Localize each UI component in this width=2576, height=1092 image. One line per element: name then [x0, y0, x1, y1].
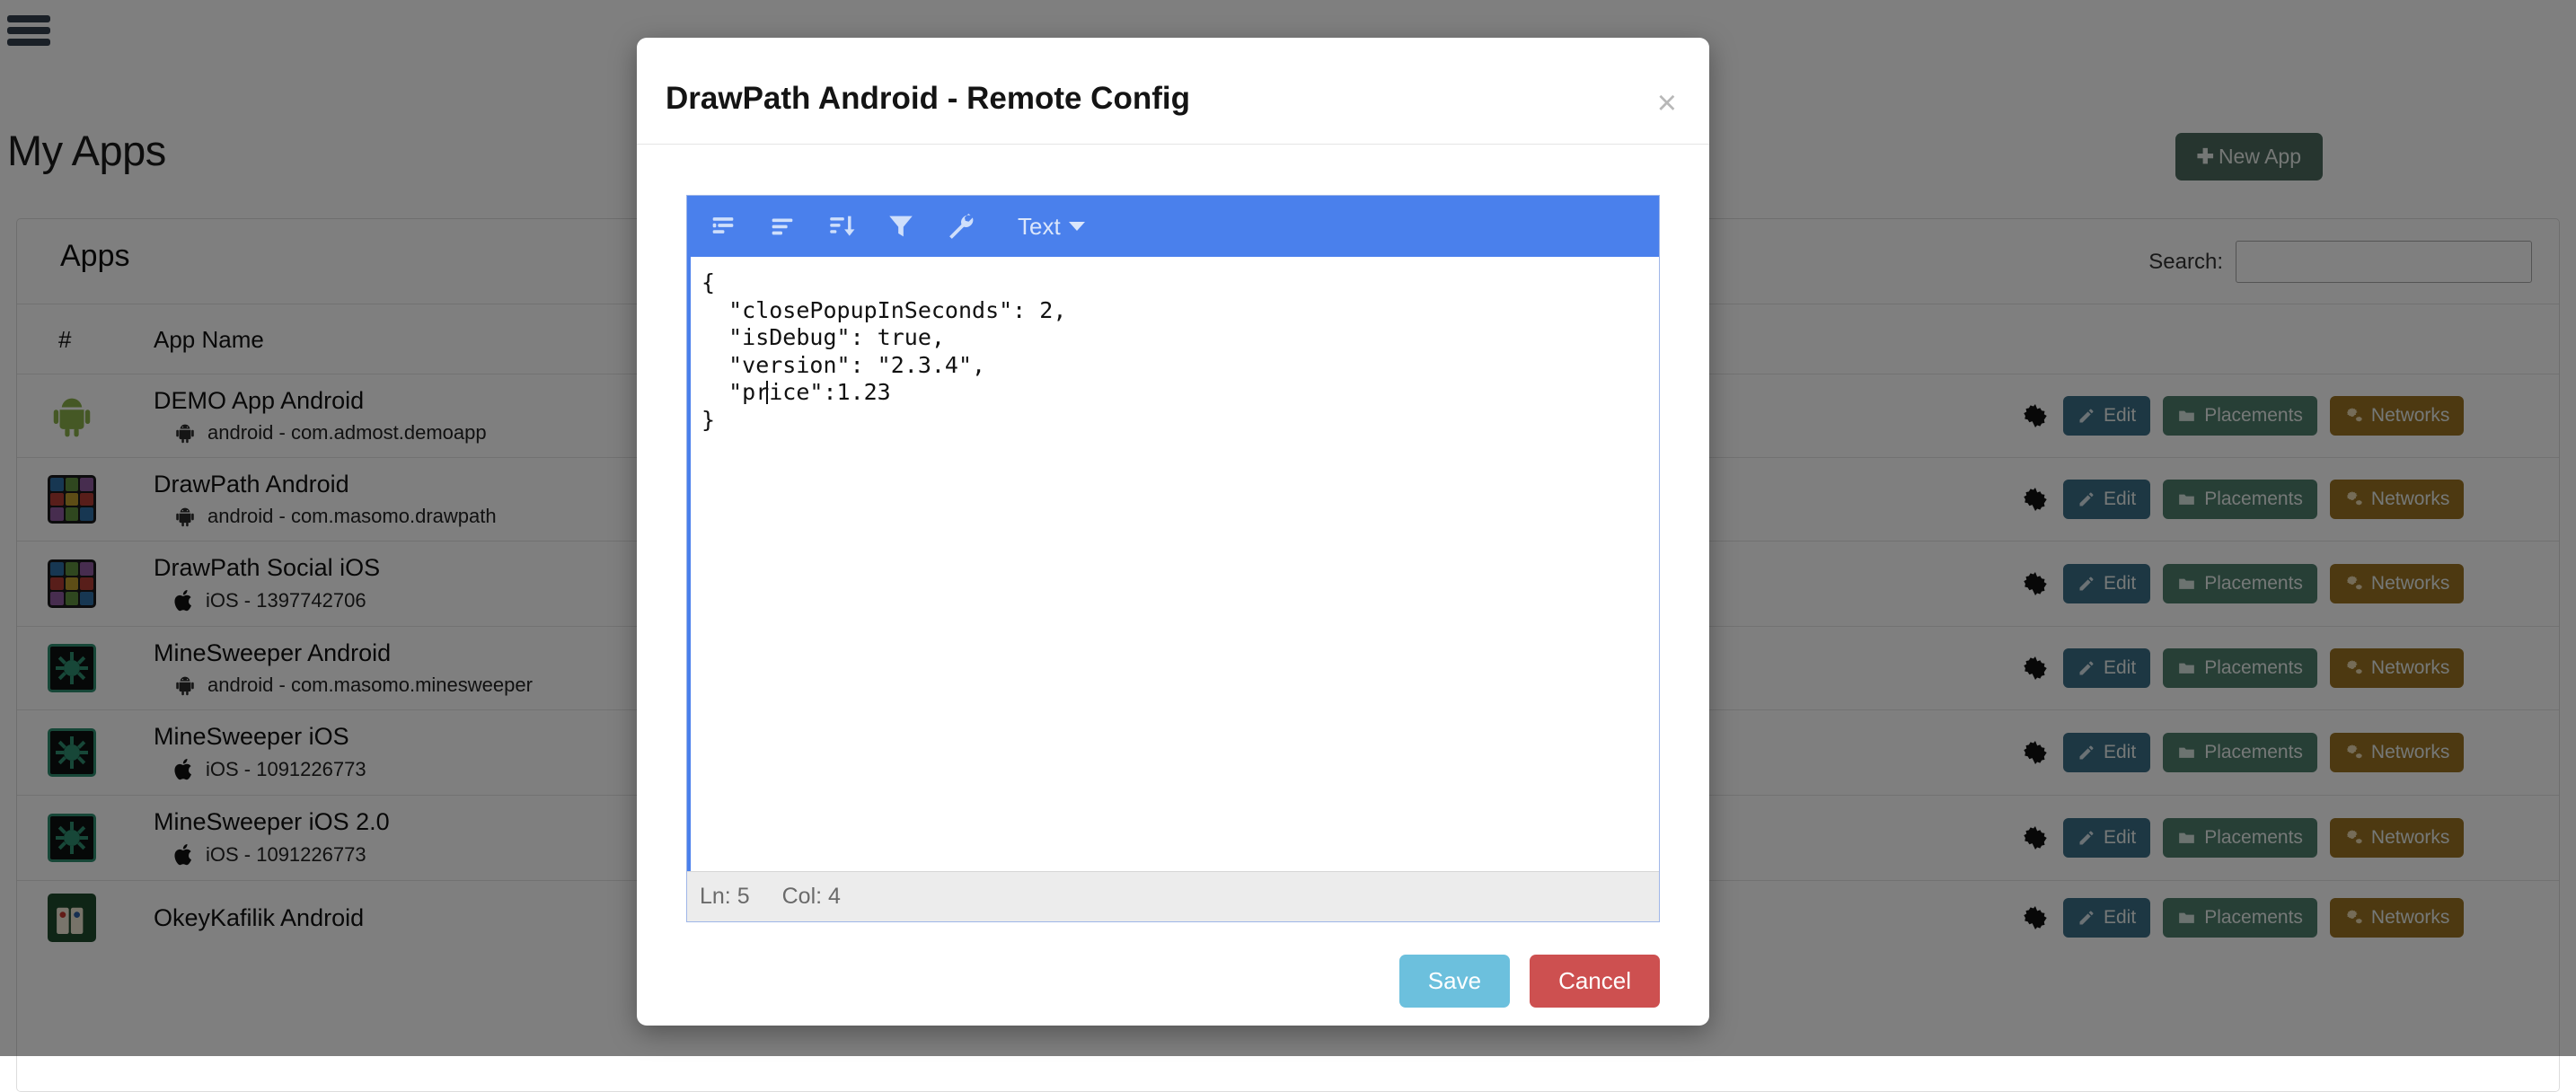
- filter-icon[interactable]: [883, 208, 919, 244]
- code-line: "isDebug": true,: [701, 324, 1659, 352]
- close-icon[interactable]: ×: [1657, 86, 1677, 120]
- cancel-button[interactable]: Cancel: [1530, 955, 1660, 1008]
- chevron-down-icon: [1069, 222, 1085, 231]
- code-line: "price":1.23: [701, 379, 1659, 407]
- editor-toolbar: Text: [687, 196, 1659, 257]
- editor-status-bar: Ln: 5 Col: 4: [687, 871, 1659, 921]
- modal-title: DrawPath Android - Remote Config: [666, 81, 1190, 117]
- json-code: { "closePopupInSeconds": 2, "isDebug": t…: [701, 269, 1659, 434]
- status-column: Col: 4: [782, 884, 841, 910]
- save-button[interactable]: Save: [1399, 955, 1510, 1008]
- editor-mode-dropdown[interactable]: Text: [1018, 213, 1085, 241]
- sort-icon[interactable]: [824, 208, 860, 244]
- code-line: {: [701, 269, 1659, 297]
- json-editor: Text { "closePopupInSeconds": 2, "isDebu…: [686, 195, 1660, 922]
- format-icon[interactable]: [764, 208, 800, 244]
- code-line: "version": "2.3.4",: [701, 352, 1659, 380]
- code-line: "closePopupInSeconds": 2,: [701, 297, 1659, 325]
- modal-body: Text { "closePopupInSeconds": 2, "isDebu…: [637, 145, 1709, 922]
- editor-text-area[interactable]: { "closePopupInSeconds": 2, "isDebug": t…: [687, 257, 1659, 871]
- editor-mode-label: Text: [1018, 213, 1061, 241]
- status-line: Ln: 5: [700, 884, 750, 910]
- remote-config-modal: DrawPath Android - Remote Config ×: [637, 38, 1709, 1026]
- compact-format-icon[interactable]: [705, 208, 741, 244]
- code-line: }: [701, 407, 1659, 435]
- modal-footer: Save Cancel: [637, 922, 1709, 1039]
- modal-header: DrawPath Android - Remote Config ×: [637, 38, 1709, 145]
- repair-icon[interactable]: [942, 208, 978, 244]
